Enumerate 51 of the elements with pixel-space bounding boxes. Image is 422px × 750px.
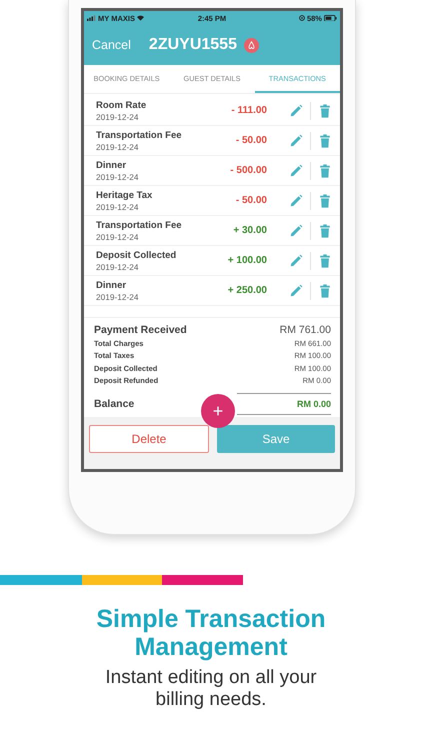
- signal-icon: [87, 15, 96, 21]
- cancel-button[interactable]: Cancel: [92, 38, 131, 52]
- summary-value: RM 761.00: [280, 324, 331, 336]
- summary-label: Payment Received: [94, 324, 187, 336]
- trash-icon[interactable]: [318, 254, 332, 268]
- transaction-name: Transportation Fee: [96, 220, 183, 230]
- edit-icon[interactable]: [289, 164, 303, 178]
- subtitle: Instant editing on all your billing needs.: [104, 667, 318, 711]
- trash-icon[interactable]: [318, 194, 332, 208]
- trash-icon[interactable]: [318, 164, 332, 178]
- save-button[interactable]: Save: [217, 425, 335, 453]
- transaction-amount: - 500.00: [230, 165, 267, 176]
- transaction-date: 2019-12-24: [96, 292, 140, 302]
- add-button[interactable]: +: [201, 394, 235, 428]
- balance-value: RM 0.00: [237, 393, 331, 416]
- transaction-name: Dinner: [96, 160, 128, 170]
- trash-icon[interactable]: [318, 104, 332, 118]
- edit-icon[interactable]: [289, 134, 303, 148]
- transaction-name: Room Rate: [96, 100, 148, 110]
- transaction-amount: + 30.00: [233, 225, 267, 236]
- transaction-amount: - 111.00: [231, 105, 267, 116]
- balance-label: Balance: [94, 398, 134, 410]
- trash-icon[interactable]: [318, 284, 332, 298]
- edit-icon[interactable]: [289, 194, 303, 208]
- platform-badge-icon: [244, 38, 259, 52]
- transaction-name: Deposit Collected: [96, 250, 178, 260]
- trash-icon[interactable]: [318, 224, 332, 238]
- delete-button[interactable]: Delete: [89, 425, 209, 453]
- edit-icon[interactable]: [289, 254, 303, 268]
- trash-icon[interactable]: [318, 134, 332, 148]
- transaction-name: Dinner: [96, 280, 128, 290]
- battery-icon: [324, 14, 337, 22]
- transaction-date: 2019-12-24: [96, 262, 140, 272]
- edit-icon[interactable]: [289, 104, 303, 118]
- transaction-name: Transportation Fee: [96, 130, 183, 140]
- transaction-date: 2019-12-24: [96, 142, 140, 152]
- edit-icon[interactable]: [289, 284, 303, 298]
- transaction-amount: - 50.00: [236, 195, 267, 206]
- transaction-date: 2019-12-24: [96, 202, 140, 212]
- headline: Simple Transaction Management: [95, 605, 327, 661]
- booking-title: 2ZUYU1555: [148, 36, 237, 54]
- transaction-amount: + 250.00: [228, 285, 267, 296]
- transaction-name: Heritage Tax: [96, 190, 154, 200]
- transaction-date: 2019-12-24: [96, 172, 140, 182]
- wifi-icon: [136, 15, 144, 21]
- transaction-amount: - 50.00: [236, 135, 267, 146]
- transaction-date: 2019-12-24: [96, 112, 140, 122]
- transaction-amount: + 100.00: [228, 255, 267, 266]
- transaction-date: 2019-12-24: [96, 232, 140, 242]
- edit-icon[interactable]: [289, 224, 303, 238]
- rotation-lock-icon: [298, 15, 305, 21]
